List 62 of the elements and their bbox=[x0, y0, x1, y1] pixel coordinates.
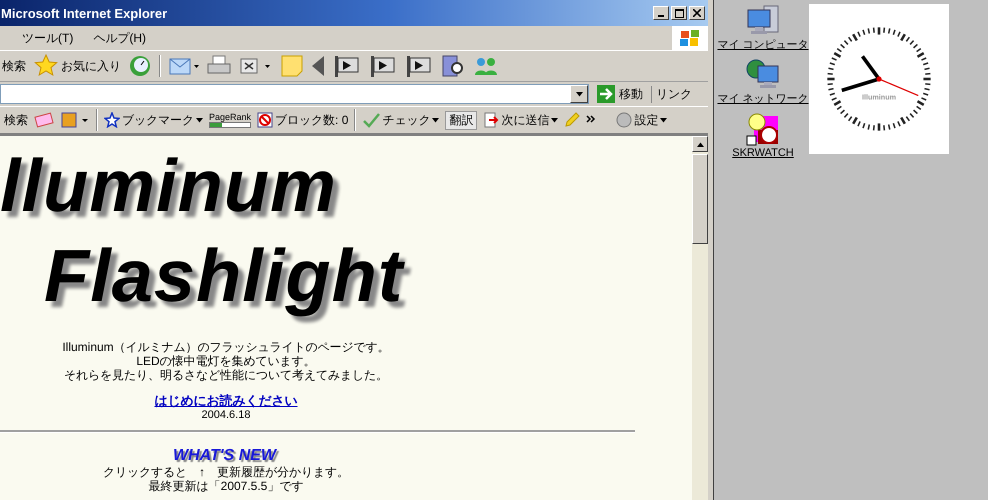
desktop-shortcut[interactable]: マイ ネットワーク bbox=[717, 58, 809, 106]
flag-icon[interactable] bbox=[369, 54, 397, 78]
up-arrow-icon bbox=[696, 142, 704, 146]
menu-item[interactable]: ツール(T) bbox=[22, 30, 74, 46]
star-icon bbox=[34, 54, 58, 78]
history-icon[interactable] bbox=[129, 55, 151, 77]
popup-blocker-button[interactable]: ブロック数: 0 bbox=[257, 112, 348, 128]
double-chevron-icon[interactable] bbox=[586, 115, 596, 125]
menu-item[interactable]: ヘルプ(H) bbox=[93, 30, 146, 46]
address-field[interactable] bbox=[0, 84, 589, 104]
caret-icon bbox=[196, 118, 203, 122]
links-button[interactable]: リンク bbox=[651, 86, 708, 102]
whats-new-heading[interactable]: WHAT'S NEW bbox=[172, 449, 280, 465]
back-triangle-icon[interactable] bbox=[311, 55, 325, 77]
last-updated-text: 最終更新は「2007.5.5」です bbox=[148, 479, 304, 493]
flag-icon[interactable] bbox=[405, 54, 433, 78]
settings-button[interactable]: 設定 bbox=[616, 112, 668, 128]
maximize-icon bbox=[674, 8, 684, 18]
hour-hand bbox=[861, 55, 880, 80]
translate-button[interactable]: 翻訳 bbox=[445, 110, 478, 130]
search-button[interactable]: 検索 bbox=[2, 58, 26, 74]
page-arrow-icon bbox=[483, 112, 500, 128]
intro-text: LEDの懐中電灯を集めています。 bbox=[135, 354, 317, 368]
caret-icon bbox=[551, 118, 558, 122]
caret-icon bbox=[660, 118, 668, 122]
history-text: クリックすると ↑ 更新履歴が分かります。 bbox=[102, 465, 350, 479]
computer-icon bbox=[746, 4, 780, 36]
clock-brand: Illuminum bbox=[862, 92, 896, 102]
intro-text: それらを見たり、明るさなど性能について考えてみました。 bbox=[63, 368, 389, 382]
favorites-button[interactable]: お気に入り bbox=[34, 54, 121, 78]
caret-icon bbox=[576, 92, 582, 96]
search-button[interactable]: 検索 bbox=[4, 112, 28, 128]
window-title: Microsoft Internet Explorer bbox=[1, 6, 168, 20]
pagerank-label: PageRank bbox=[209, 112, 252, 122]
scroll-thumb[interactable] bbox=[692, 154, 708, 244]
send-to-button[interactable]: 次に送信 bbox=[483, 112, 558, 128]
caret-icon bbox=[432, 118, 440, 122]
close-icon bbox=[693, 9, 701, 17]
stopwatch-icon bbox=[746, 112, 780, 146]
date-text: 2004.6.18 bbox=[200, 408, 252, 422]
read-first-link[interactable]: はじめにお読みください bbox=[154, 394, 298, 408]
minute-hand bbox=[841, 77, 880, 92]
desktop-shortcut[interactable]: マイ コンピュータ bbox=[717, 4, 809, 52]
site-heading: lluminum bbox=[0, 144, 338, 229]
site-heading: Flashlight bbox=[44, 234, 406, 319]
go-button[interactable]: 移動 bbox=[593, 85, 647, 103]
spell-check-button[interactable]: チェック bbox=[362, 112, 440, 128]
flag-icon[interactable] bbox=[333, 54, 361, 78]
vertical-scrollbar[interactable] bbox=[692, 136, 708, 500]
bookmarks-button[interactable]: ブックマーク bbox=[104, 112, 203, 128]
minimize-button[interactable] bbox=[653, 6, 669, 20]
circle-icon bbox=[616, 112, 632, 128]
desktop-shortcut[interactable]: SKRWATCH bbox=[732, 112, 794, 159]
close-button[interactable] bbox=[689, 6, 705, 20]
arrow-icon bbox=[597, 85, 615, 103]
checkmark-icon bbox=[362, 112, 380, 128]
center-pin bbox=[876, 76, 882, 82]
intro-text: Illuminum（イルミナム）のフラッシュライトのページです。 bbox=[61, 340, 391, 354]
blocked-icon bbox=[257, 112, 274, 128]
star-icon bbox=[104, 112, 120, 128]
maximize-button[interactable] bbox=[671, 6, 687, 20]
globe-computer-icon bbox=[746, 58, 780, 90]
